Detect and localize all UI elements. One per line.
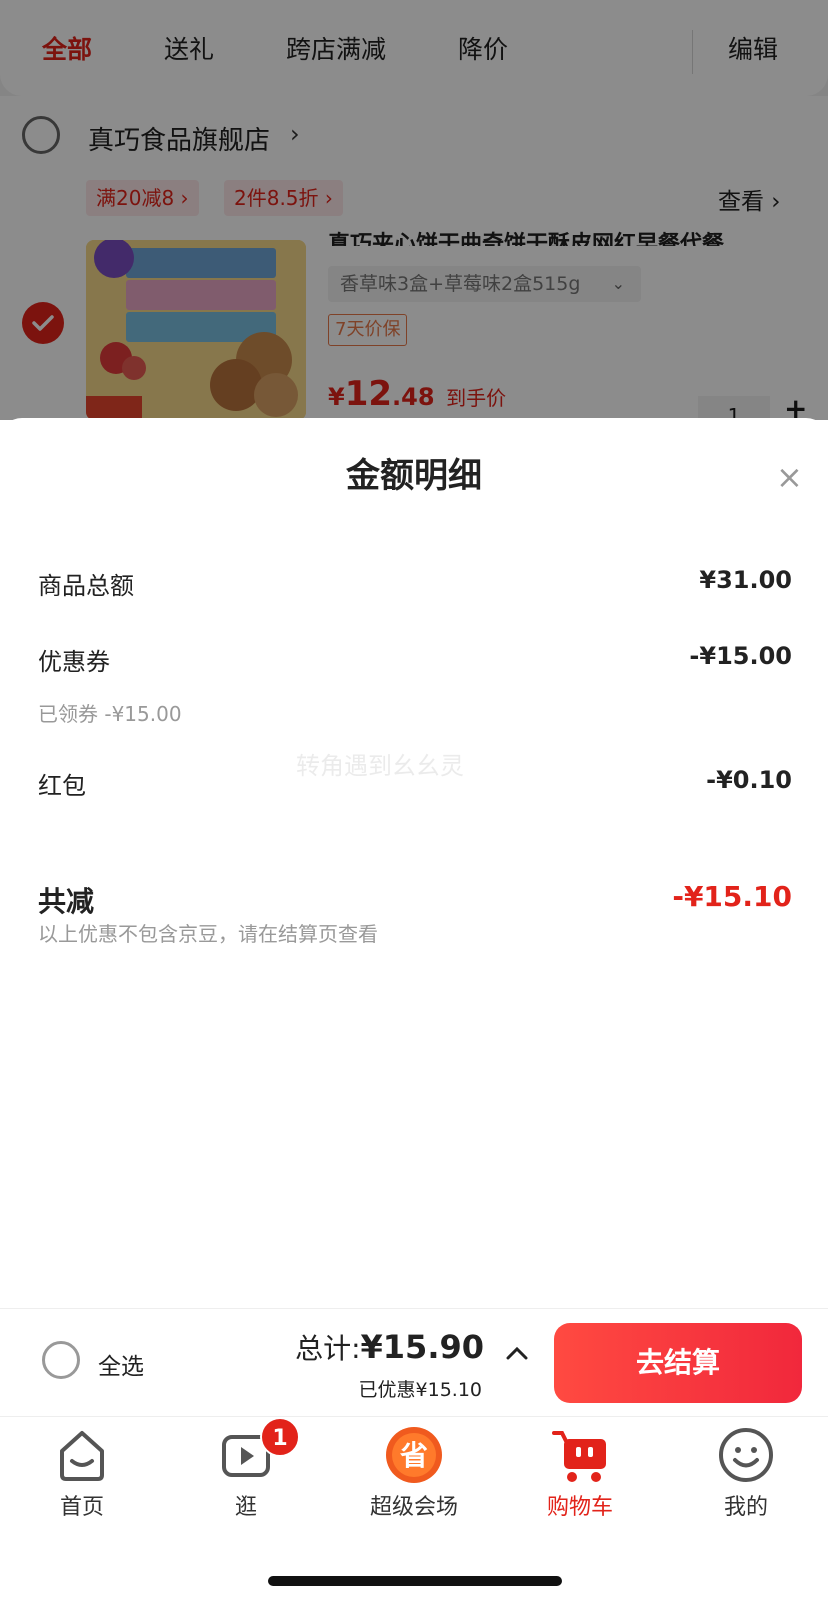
home-indicator xyxy=(268,1576,562,1586)
sheet-title: 金额明细 xyxy=(346,456,482,496)
nav-label-super-venue: 超级会场 xyxy=(369,1495,458,1520)
nav-item-browse[interactable]: 1 逛 xyxy=(186,1417,306,1521)
checkout-bar: 全选 总计:¥15.90 已优惠¥15.10 去结算 xyxy=(0,1308,828,1416)
close-icon[interactable]: × xyxy=(776,458,803,496)
cart-icon xyxy=(552,1431,606,1482)
row-label-coupon: 优惠券 xyxy=(38,648,110,676)
super-venue-icon: 省 xyxy=(386,1427,442,1483)
row-value-red-packet: -¥0.10 xyxy=(706,766,792,794)
select-all-checkbox[interactable] xyxy=(42,1341,80,1379)
svg-text:省: 省 xyxy=(400,1439,428,1472)
discount-footnote: 以上优惠不包含京豆，请在结算页查看 xyxy=(38,922,378,946)
row-label-red-packet: 红包 xyxy=(38,772,86,800)
amount-detail-sheet: 金额明细 × 商品总额 ¥31.00 优惠券 -¥15.00 已领券 -¥15.… xyxy=(0,418,828,1308)
chevron-up-icon[interactable] xyxy=(506,1345,528,1364)
saved-amount: 已优惠¥15.10 xyxy=(358,1379,482,1401)
home-icon xyxy=(60,1431,104,1481)
total-discount-label: 共减 xyxy=(38,885,95,918)
total-amount: ¥15.90 xyxy=(360,1328,484,1366)
nav-label-cart: 购物车 xyxy=(546,1495,613,1520)
nav-item-cart[interactable]: 购物车 xyxy=(520,1425,640,1521)
total-price: 总计:¥15.90 xyxy=(295,1327,484,1367)
notification-badge: 1 xyxy=(260,1417,300,1457)
nav-label-home: 首页 xyxy=(59,1495,104,1520)
profile-icon xyxy=(719,1428,773,1482)
row-label-goods-total: 商品总额 xyxy=(38,572,134,600)
watermark-text: 转角遇到幺幺灵 xyxy=(296,752,464,780)
modal-backdrop[interactable] xyxy=(0,0,828,420)
coupon-note: 已领券 -¥15.00 xyxy=(38,702,182,726)
total-prefix: 总计: xyxy=(295,1332,361,1365)
row-value-goods-total: ¥31.00 xyxy=(699,566,792,594)
select-all-label[interactable]: 全选 xyxy=(98,1347,144,1381)
row-value-coupon: -¥15.00 xyxy=(689,642,792,670)
nav-item-home[interactable]: 首页 xyxy=(22,1425,142,1521)
nav-label-profile: 我的 xyxy=(723,1495,768,1520)
nav-item-profile[interactable]: 我的 xyxy=(686,1425,806,1521)
total-discount-value: -¥15.10 xyxy=(672,880,792,913)
nav-item-super-venue[interactable]: 省 超级会场 xyxy=(354,1425,474,1521)
nav-label-browse: 逛 xyxy=(234,1495,257,1520)
checkout-button[interactable]: 去结算 xyxy=(554,1323,802,1403)
bottom-nav: 首页 1 逛 省 超级会场 购物车 我的 xyxy=(0,1416,828,1602)
